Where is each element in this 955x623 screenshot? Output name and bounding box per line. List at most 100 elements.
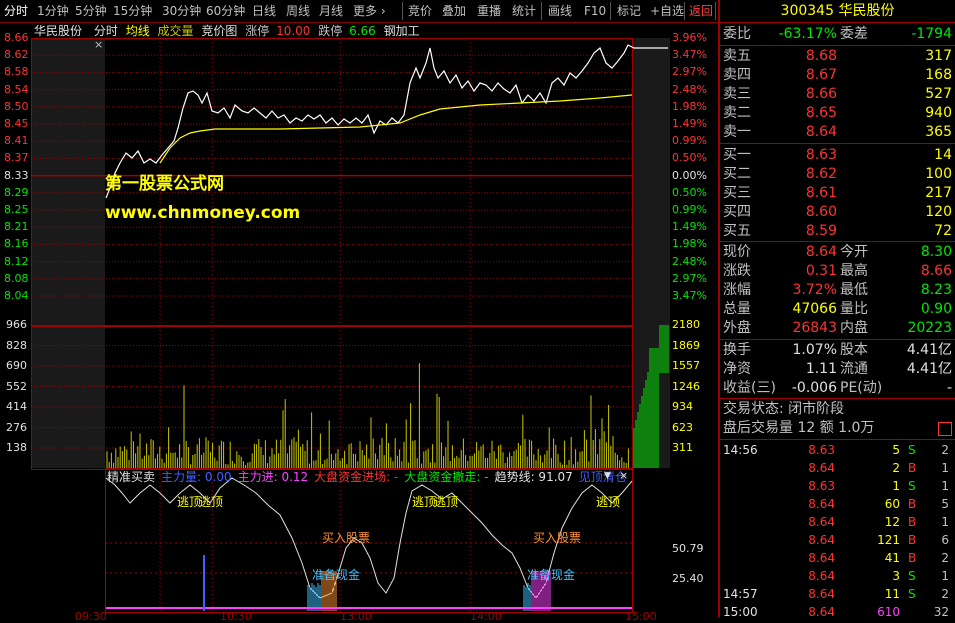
tick-volume: 1 (892, 479, 900, 493)
quote-separator (720, 339, 955, 340)
stat2-value: -0.006 (791, 380, 837, 396)
sell-price: 8.68 (805, 48, 837, 64)
chart-toggle-icon[interactable] (938, 422, 952, 436)
pct-axis-label: 2.48% (672, 82, 707, 96)
pct-axis-label: 3.96% (672, 31, 707, 44)
toolbar-item-17[interactable]: +自选 (650, 3, 684, 19)
toolbar-item-4[interactable]: 30分钟 (162, 3, 201, 19)
indicator-close-icon[interactable]: × (619, 469, 629, 482)
time-axis-label: 10:30 (220, 610, 252, 623)
indicator-name[interactable]: 精准买卖 (107, 470, 155, 484)
tick-count: 1 (941, 479, 949, 493)
toolbar-separator (684, 2, 685, 20)
quote-separator (720, 143, 955, 144)
after-hours-volume: 盘后交易量 12 额 1.0万 (723, 420, 875, 436)
buy-level-row: 买五 8.59 72 (720, 222, 955, 241)
watermark-url: www.chnmoney.com (105, 203, 301, 223)
stat-label: 内盘 (840, 320, 868, 336)
indicator-dropdown-icon[interactable]: ▼ (604, 471, 614, 481)
tick-count: 1 (941, 569, 949, 583)
toolbar-item-5[interactable]: 60分钟 (206, 3, 245, 19)
sell-level-row: 卖二 8.65 940 (720, 104, 955, 123)
tick-volume: 11 (884, 587, 900, 601)
pct-axis-label: 0.99% (672, 134, 707, 148)
tick-time: 14:56 (723, 443, 758, 457)
tick-side: S (908, 443, 916, 457)
stat2-label: 净资 (723, 361, 751, 377)
stat-value: 3.72% (792, 282, 837, 298)
buy-signal-label-2: 买入股票 (533, 531, 582, 545)
toolbar-item-9[interactable]: 更多 › (353, 3, 386, 19)
after-hours-row: 盘后交易量 12 额 1.0万 (720, 419, 955, 438)
stat-row: 涨幅 3.72% 最低 8.23 (720, 281, 955, 300)
sell-price: 8.66 (805, 86, 837, 102)
volume-axis-label-right: 934 (672, 400, 693, 413)
buy-price: 8.62 (805, 166, 837, 182)
tick-price: 8.64 (808, 533, 835, 547)
tick-side: B (908, 551, 917, 565)
price-axis-label: 8.62 (4, 48, 29, 62)
weibi-row: 委比 -63.17% 委差 -1794 (720, 25, 955, 44)
volume-axis-label: 138 (6, 441, 27, 454)
toolbar-item-8[interactable]: 月线 (319, 3, 343, 19)
buy-price: 8.63 (805, 147, 837, 163)
tick-row: 8.64 121 B 6 (720, 531, 955, 549)
price-axis-label: 8.12 (4, 254, 29, 268)
volume-axis-label: 276 (6, 420, 27, 434)
ready-cash-label-2: 准备现金 (527, 568, 576, 582)
watermark-title: 第一股票公式网 (105, 174, 224, 194)
weicha-label: 委差 (840, 26, 868, 42)
toolbar-item-12[interactable]: 重播 (477, 3, 501, 19)
toolbar-item-7[interactable]: 周线 (286, 3, 310, 19)
toolbar-item-16[interactable]: 标记 (617, 3, 641, 19)
tick-volume: 2 (892, 461, 900, 475)
tick-count: 2 (941, 587, 949, 601)
escape-top-label-5: 逃顶 (596, 495, 621, 509)
tick-row: 14:56 8.63 5 S 2 (720, 441, 955, 459)
stat-value: 8.30 (920, 244, 952, 260)
toolbar-item-11[interactable]: 叠加 (442, 3, 466, 19)
pct-axis-label: 0.00% (672, 168, 707, 182)
price-axis-label: 8.50 (4, 99, 29, 113)
stat2-value: 1.11 (805, 361, 837, 377)
tick-volume: 3 (892, 569, 900, 583)
toolbar-item-0[interactable]: 分时 (4, 3, 28, 19)
pct-axis-label: 3.47% (672, 48, 707, 62)
quote-separator (720, 241, 955, 242)
sell-volume: 940 (925, 105, 952, 121)
price-axis-label: 8.41 (4, 134, 29, 148)
buy-level-label: 买三 (723, 185, 751, 201)
time-axis-label: 13:00 (340, 610, 372, 623)
stat2-row: 换手 1.07% 股本 4.41亿 (720, 341, 955, 360)
toolbar-item-14[interactable]: 画线 (548, 3, 572, 19)
toolbar-item-15[interactable]: F10 (584, 3, 606, 19)
volume-axis-label: 966 (6, 318, 27, 331)
toolbar-item-2[interactable]: 5分钟 (75, 3, 107, 19)
toolbar-item-13[interactable]: 统计 (512, 3, 536, 19)
buy-level-row: 买二 8.62 100 (720, 165, 955, 184)
toolbar-item-18[interactable]: 返回 (689, 3, 713, 19)
tick-row: 8.64 60 B 5 (720, 495, 955, 513)
toolbar-item-3[interactable]: 15分钟 (113, 3, 152, 19)
volume-axis-label-right: 1557 (672, 359, 700, 372)
tick-count: 2 (941, 443, 949, 457)
stat-label: 总量 (723, 301, 751, 317)
volume-axis-label-right: 311 (672, 441, 693, 454)
volume-axis-label: 828 (6, 338, 27, 352)
weibi-value: -63.17% (778, 26, 837, 42)
toolbar-item-10[interactable]: 竞价 (408, 3, 432, 19)
ready-cash-label-1: 准备现金 (312, 568, 361, 582)
sell-level-row: 卖一 8.64 365 (720, 123, 955, 142)
weibi-label: 委比 (723, 26, 751, 42)
stat2-value: - (946, 380, 952, 396)
toolbar-separator (610, 2, 611, 20)
escape-top-label-4: 逃顶 (434, 495, 459, 509)
toolbar-item-6[interactable]: 日线 (252, 3, 276, 19)
sell-volume: 168 (925, 67, 952, 83)
toolbar-item-1[interactable]: 1分钟 (37, 3, 69, 19)
tick-price: 8.64 (808, 497, 835, 511)
buy-level-row: 买四 8.60 120 (720, 203, 955, 222)
escape-top-label-1: 逃顶 (177, 495, 202, 509)
tick-volume: 5 (892, 443, 900, 457)
buy-volume: 100 (925, 166, 952, 182)
